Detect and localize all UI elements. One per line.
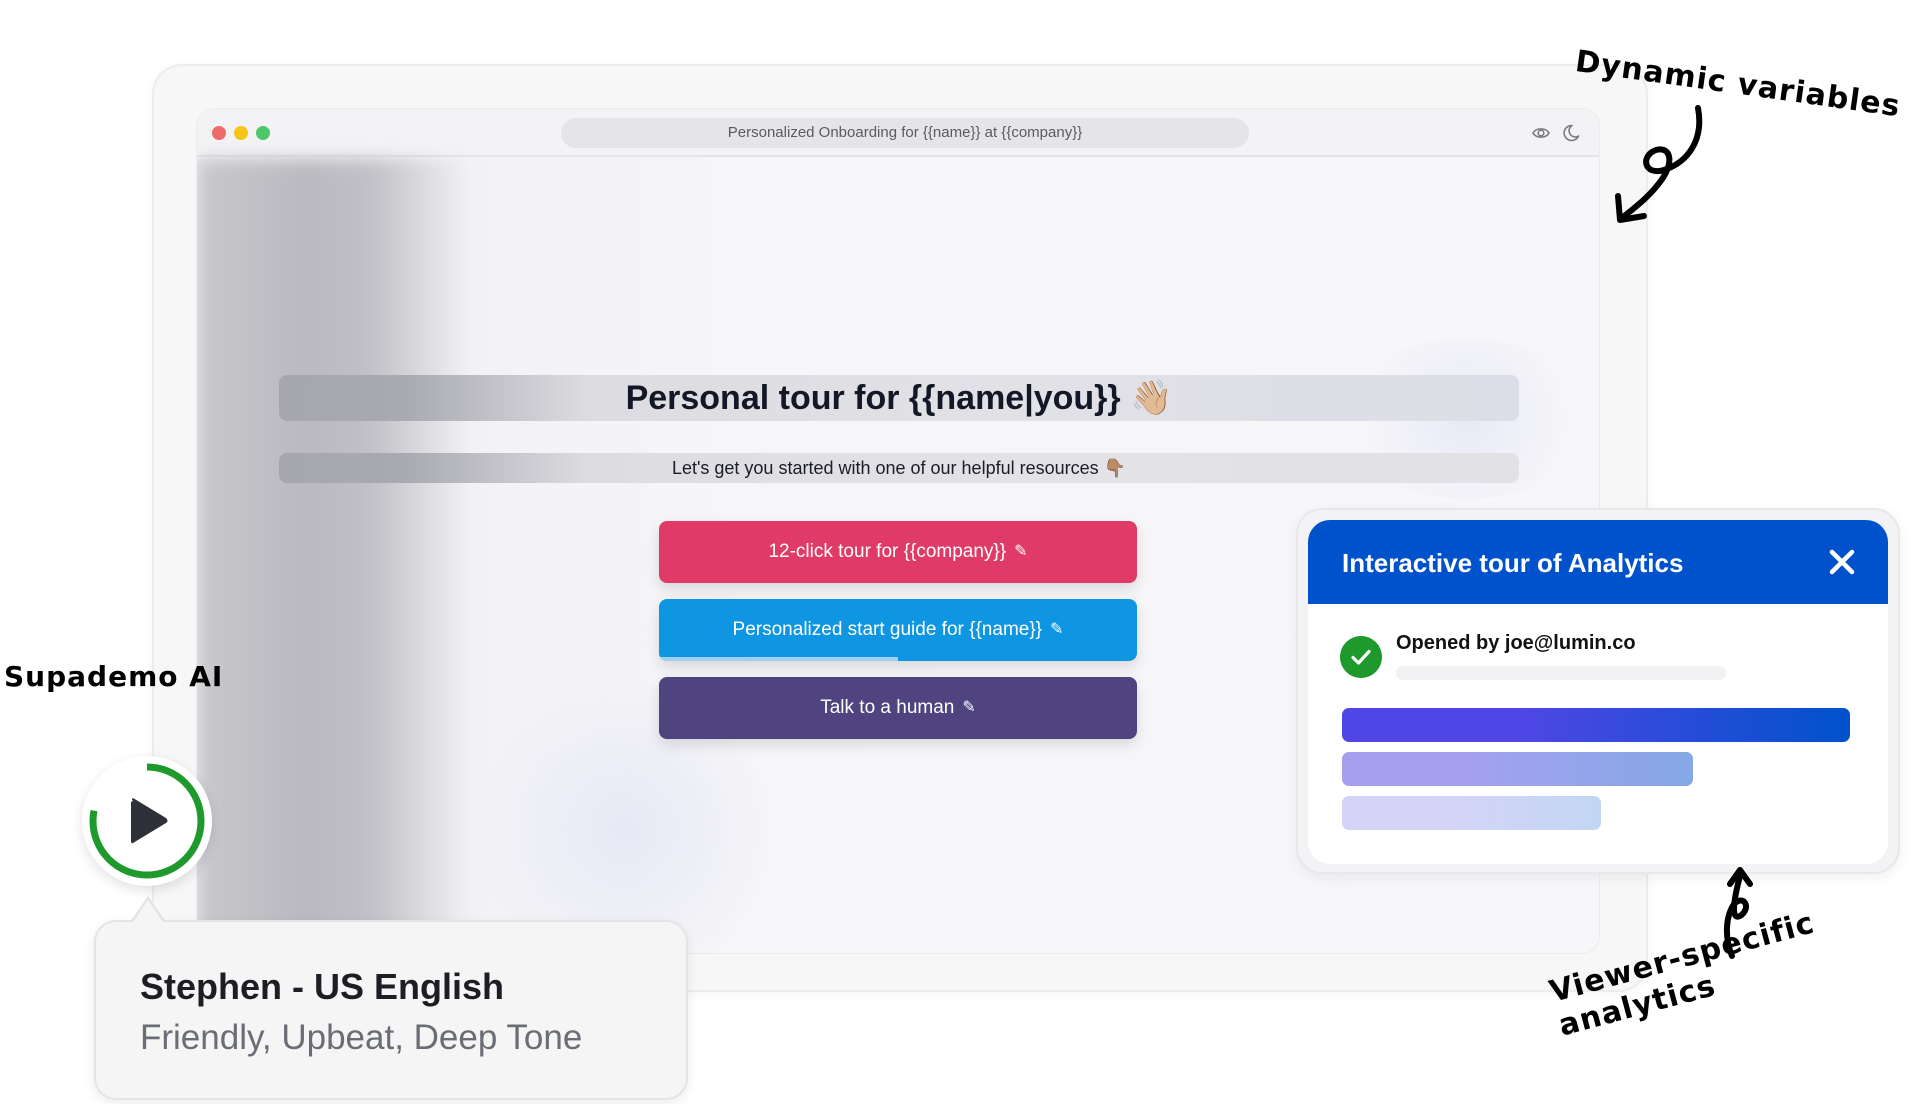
tooltip-arrow-inner	[133, 900, 163, 922]
analytics-bar	[1342, 708, 1850, 742]
talk-to-human-button[interactable]: Talk to a human ✎	[659, 677, 1137, 739]
moon-icon[interactable]	[1561, 123, 1581, 143]
blurred-sidebar	[197, 159, 467, 953]
guide-progress-bar	[659, 657, 898, 661]
company-tour-button[interactable]: 12-click tour for {{company}} ✎	[659, 521, 1137, 583]
analytics-card: Interactive tour of Analytics Opened by …	[1308, 520, 1888, 864]
voice-name: Stephen - US English	[140, 966, 505, 1007]
voice-play-button[interactable]	[82, 756, 212, 886]
voice-description: Friendly, Upbeat, Deep Tone	[140, 1018, 583, 1057]
curly-arrow-icon	[1724, 867, 1753, 959]
browser-titlebar: Personalized Onboarding for {{name}} at …	[197, 109, 1599, 157]
pencil-icon: ✎	[1050, 621, 1064, 638]
analytics-header: Interactive tour of Analytics	[1308, 520, 1888, 604]
analytics-bar	[1342, 752, 1693, 786]
page-heading[interactable]: Personal tour for {{name|you}} 👋🏼	[279, 375, 1519, 421]
close-window-button[interactable]	[212, 126, 226, 140]
button-label: 12-click tour for {{company}}	[768, 541, 1007, 562]
opened-by-label: Opened by joe@lumin.co	[1396, 632, 1636, 654]
pencil-icon: ✎	[962, 699, 976, 716]
voice-progress-ring	[89, 763, 205, 879]
button-label: Talk to a human	[820, 697, 955, 718]
eye-icon[interactable]	[1531, 123, 1551, 143]
close-icon[interactable]	[1826, 546, 1858, 578]
pencil-icon: ✎	[1014, 543, 1028, 560]
button-label: Personalized start guide for {{name}}	[732, 619, 1043, 640]
skeleton-line	[1396, 666, 1726, 680]
play-icon	[131, 798, 168, 844]
minimize-window-button[interactable]	[234, 126, 248, 140]
analytics-title: Interactive tour of Analytics	[1342, 548, 1684, 578]
curly-arrow-icon	[1615, 105, 1703, 223]
page-subheading[interactable]: Let's get you started with one of our he…	[279, 453, 1519, 483]
maximize-window-button[interactable]	[256, 126, 270, 140]
address-bar[interactable]: Personalized Onboarding for {{name}} at …	[561, 118, 1249, 148]
analytics-bar	[1342, 796, 1601, 830]
start-guide-button[interactable]: Personalized start guide for {{name}} ✎	[659, 599, 1137, 661]
annotation-supademo-ai: Supademo AI	[4, 660, 224, 693]
voice-tooltip	[94, 920, 688, 1100]
check-circle-icon	[1340, 636, 1382, 678]
